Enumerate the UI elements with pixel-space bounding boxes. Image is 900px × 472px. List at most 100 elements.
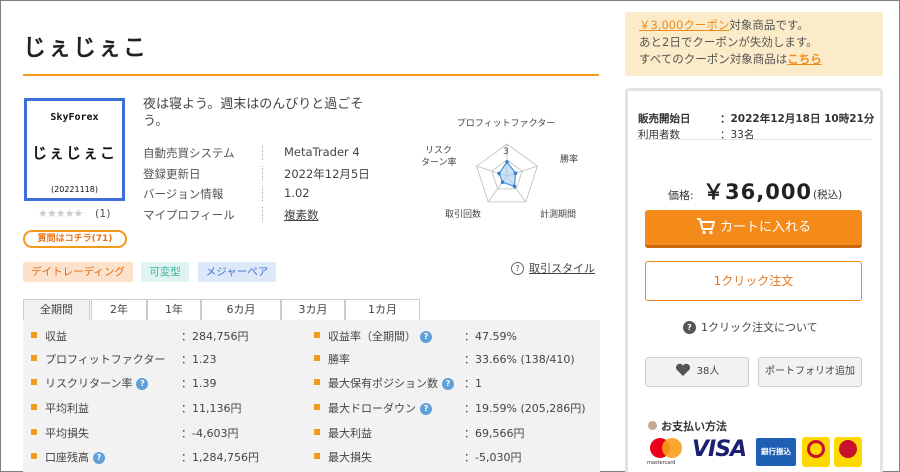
- radar-label-rr1: リスク: [425, 145, 452, 156]
- tab-1y[interactable]: 1年: [147, 299, 201, 321]
- stat-row: 収益 ：284,756円: [31, 326, 311, 346]
- tab-2y[interactable]: 2年: [91, 299, 147, 321]
- title-divider: [23, 74, 599, 76]
- info-label: 登録更新日: [143, 167, 201, 181]
- coupon-amount-link[interactable]: ￥3,000クーポン: [639, 18, 729, 32]
- radar-label-period: 計測期間: [540, 208, 576, 220]
- stats-table: 収益 ：284,756円 プロフィットファクター ：1.23 リスクリターン率?…: [23, 320, 600, 472]
- payment-logo-yellow-2: [834, 437, 862, 467]
- profile-link[interactable]: 複素数: [284, 207, 319, 223]
- stat-label: 最大ドローダウン: [328, 402, 416, 415]
- tab-1m[interactable]: 1カ月: [345, 299, 420, 321]
- rating-count[interactable]: (1): [95, 207, 111, 220]
- stat-label: 最大損失: [328, 451, 372, 464]
- product-image-code: (20221118): [51, 185, 98, 194]
- stat-value: ：1.39: [181, 377, 217, 390]
- radar-point-trades: [500, 180, 505, 184]
- trading-style-link[interactable]: ? 取引スタイル: [511, 260, 595, 276]
- favorite-count: 38人: [696, 366, 720, 377]
- stat-value: ：284,756円: [181, 330, 249, 343]
- heart-icon: [675, 363, 690, 376]
- info-separator: [262, 207, 263, 222]
- stat-value: ：1,284,756円: [181, 451, 259, 464]
- radar-point-period: [512, 184, 517, 189]
- add-to-cart-button[interactable]: カートに入れる: [645, 210, 862, 248]
- one-click-help-link[interactable]: ? 1クリック注文について: [683, 319, 818, 335]
- product-image: SkyForex じぇじぇこ (20221118): [24, 98, 125, 201]
- question-button[interactable]: 質問はコチラ(71): [23, 230, 127, 248]
- question-icon: ?: [511, 262, 524, 275]
- radar-point-rr: [497, 171, 501, 176]
- radar-point-win: [513, 171, 518, 175]
- coupon-notice: ￥3,000クーポン対象商品です。 あと2日でクーポンが失効します。 すべてのク…: [625, 12, 883, 76]
- payment-logo-yellow-1: [802, 437, 830, 467]
- radar-label-win: 勝率: [560, 153, 578, 165]
- price-label: 価格:: [668, 189, 694, 202]
- info-row-version: バージョン情報 1.02: [143, 186, 433, 206]
- sale-start-label: 販売開始日: [638, 113, 691, 125]
- radar-label-trades: 取引回数: [445, 208, 481, 220]
- stat-label: リスクリターン率: [45, 377, 133, 390]
- meta-divider: [636, 139, 872, 140]
- payment-logos: mastercard VISA 銀行振込: [646, 436, 876, 468]
- product-image-brand: SkyForex: [50, 112, 99, 123]
- stat-row: プロフィットファクター ：1.23: [31, 349, 311, 369]
- coupon-line3: すべてのクーポン対象商品は: [639, 52, 788, 66]
- stat-row: 口座残高? ：1,284,756円: [31, 447, 311, 467]
- stat-row: リスクリターン率? ：1.39: [31, 373, 311, 393]
- coupon-list-link[interactable]: こちら: [787, 52, 822, 66]
- radar-tick: 3: [503, 147, 509, 157]
- tab-all[interactable]: 全期間: [23, 299, 90, 321]
- stat-label: 最大保有ポジション数: [328, 377, 438, 390]
- info-label: バージョン情報: [143, 187, 224, 201]
- stat-value: ：69,566円: [464, 427, 525, 440]
- info-row-updated: 登録更新日 2022年12月5日: [143, 166, 433, 186]
- visa-logo: VISA: [692, 437, 747, 462]
- help-icon[interactable]: ?: [136, 378, 149, 390]
- coupon-line2: あと2日でクーポンが失効します。: [639, 35, 818, 49]
- tag-variable[interactable]: 可変型: [141, 262, 189, 282]
- help-icon[interactable]: ?: [93, 452, 105, 464]
- sale-start-value: ：2022年12月18日 10時21分: [720, 113, 875, 125]
- stat-value: ：19.59% (205,286円): [464, 402, 586, 415]
- info-value: 2022年12月5日: [284, 167, 370, 181]
- tab-3m[interactable]: 3カ月: [281, 299, 345, 321]
- coupon-line1: 対象商品です。: [729, 18, 809, 32]
- sale-start: 販売開始日 ：2022年12月18日 10時21分: [638, 111, 878, 125]
- stat-value: ：-4,603円: [181, 427, 239, 440]
- info-label: 自動売買システム: [143, 146, 235, 160]
- info-value: 1.02: [284, 186, 310, 200]
- help-icon[interactable]: ?: [442, 378, 454, 390]
- stat-label: 収益: [45, 330, 67, 343]
- stat-label: 口座残高: [45, 451, 89, 464]
- tax-note: (税込): [813, 189, 843, 201]
- stat-row: 勝率 ：33.66% (138/410): [314, 349, 594, 369]
- stat-value: ：11,136円: [181, 402, 242, 415]
- radar-chart: プロフィットファクター 勝率 計測期間 取引回数 リスク ターン率 3: [421, 118, 578, 220]
- bank-transfer-logo: 銀行振込: [756, 438, 796, 466]
- stat-row: 最大ドローダウン? ：19.59% (205,286円): [314, 398, 594, 418]
- payment-methods-title: お支払い方法: [648, 418, 727, 434]
- tab-6m[interactable]: 6カ月: [201, 299, 281, 321]
- tag-major-pair[interactable]: メジャーペア: [198, 262, 276, 282]
- info-label: マイプロフィール: [143, 208, 235, 222]
- favorite-button[interactable]: 38人: [645, 357, 749, 387]
- one-click-order-button[interactable]: 1クリック注文: [645, 261, 862, 301]
- add-portfolio-button[interactable]: ポートフォリオ追加: [758, 357, 862, 387]
- stat-value: ：1.23: [181, 353, 217, 366]
- product-catchphrase: 夜は寝よう。週末はのんびりと過ごそう。: [143, 97, 364, 129]
- cart-icon: [696, 218, 715, 235]
- help-icon[interactable]: ?: [420, 331, 432, 343]
- rating-stars: ★★★★★: [38, 207, 83, 220]
- stat-row: 最大利益 ：69,566円: [314, 423, 594, 443]
- stat-row: 最大保有ポジション数? ：1: [314, 373, 594, 393]
- radar-label-rr2: ターン率: [421, 156, 457, 168]
- info-row-profile: マイプロフィール 複素数: [143, 207, 433, 227]
- help-icon[interactable]: ?: [420, 403, 432, 415]
- stat-row: 平均利益 ：11,136円: [31, 398, 311, 418]
- page-title: じぇじぇこ: [23, 35, 148, 61]
- tag-daytrading[interactable]: デイトレーディング: [23, 262, 133, 282]
- stat-label: 勝率: [328, 353, 350, 366]
- stat-row: 最大損失 ：-5,030円: [314, 447, 594, 467]
- mastercard-logo: mastercard: [646, 436, 686, 468]
